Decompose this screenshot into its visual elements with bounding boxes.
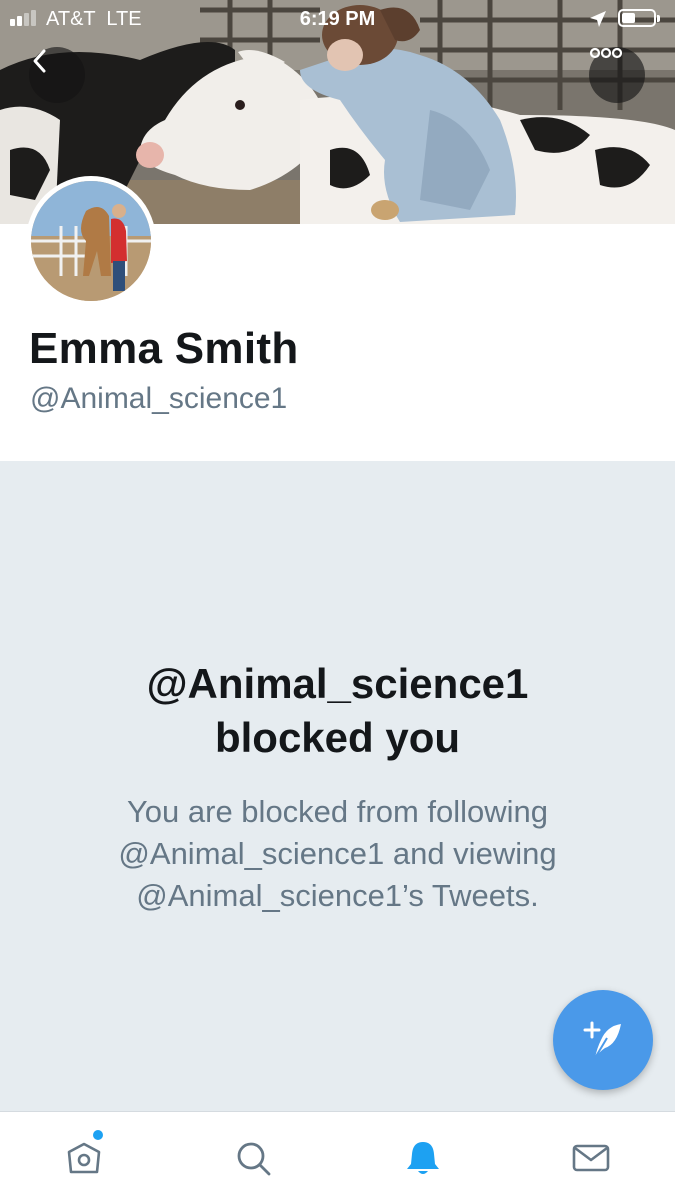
bell-icon <box>407 1142 439 1174</box>
tab-search[interactable] <box>229 1134 277 1182</box>
battery-icon <box>618 9 660 27</box>
compose-tweet-icon <box>583 1021 621 1059</box>
envelope-icon <box>572 1144 610 1172</box>
profile-avatar[interactable] <box>26 176 156 306</box>
blocked-title-text: blocked you <box>214 714 461 761</box>
status-bar: AT&T LTE 6:19 PM <box>0 0 675 38</box>
more-options-button[interactable] <box>589 47 645 103</box>
profile-handle: @Animal_science1 <box>30 382 288 415</box>
compose-tweet-button[interactable] <box>553 990 653 1090</box>
chevron-left-icon <box>33 49 46 73</box>
location-arrow-icon <box>590 11 606 27</box>
tab-messages[interactable] <box>567 1134 615 1182</box>
blocked-title-handle: @Animal_science1 <box>146 660 529 707</box>
tab-notifications[interactable] <box>399 1134 447 1182</box>
tab-bar <box>0 1111 675 1200</box>
status-time: 6:19 PM <box>299 8 376 30</box>
more-dots-icon <box>589 47 623 59</box>
avatar-photo <box>31 181 151 301</box>
unread-dot <box>93 1130 103 1140</box>
search-icon <box>237 1142 271 1176</box>
blocked-title: @Animal_science1 blocked you <box>0 657 675 765</box>
home-icon <box>67 1142 101 1174</box>
blocked-message: You are blocked from following @Animal_s… <box>118 794 557 913</box>
tab-home[interactable] <box>60 1130 108 1182</box>
profile-name: Emma Smith <box>29 324 299 373</box>
back-button[interactable] <box>29 47 85 103</box>
